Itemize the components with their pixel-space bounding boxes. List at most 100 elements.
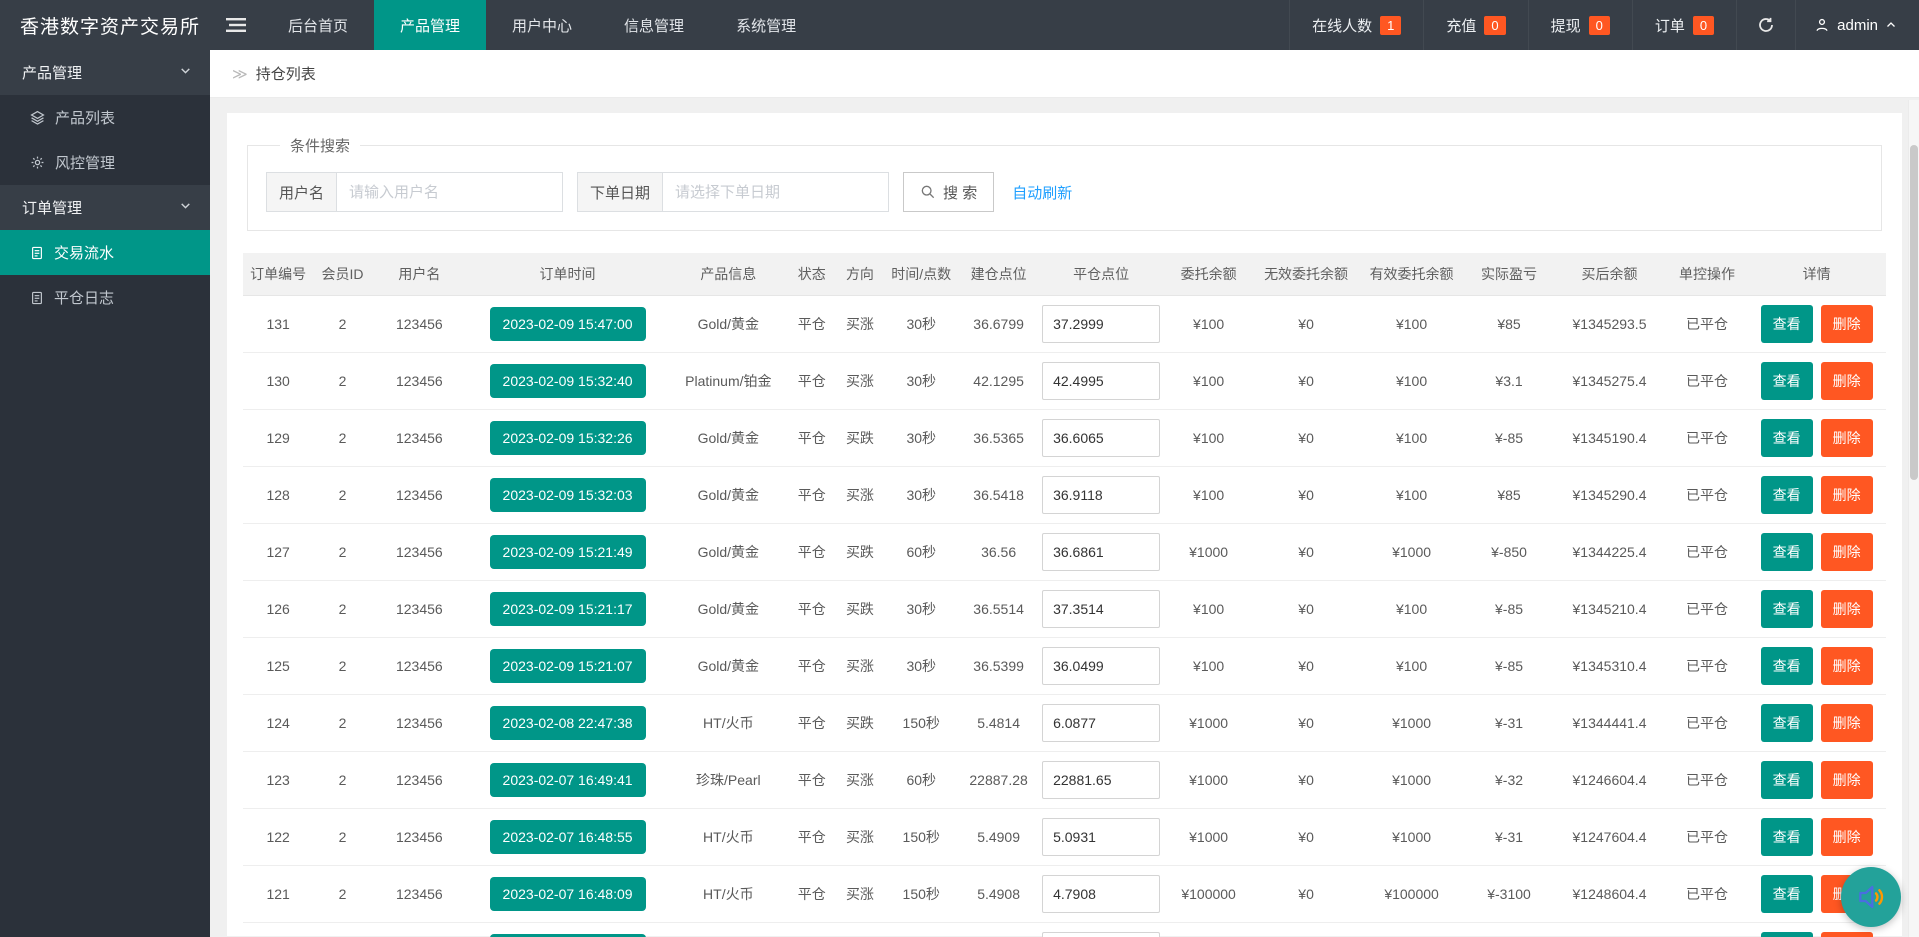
cell-open-point: 36.6799 (957, 295, 1040, 353)
cell-order-time: 2023-02-09 15:21:49 (467, 523, 669, 581)
nav-stat-label: 在线人数 (1312, 17, 1373, 35)
gear-icon (30, 155, 45, 170)
cell-member-id: 2 (313, 295, 372, 353)
view-button[interactable]: 查看 (1760, 532, 1813, 571)
sidebar-item-close-log[interactable]: 平仓日志 (0, 275, 210, 320)
nav-stat-orders[interactable]: 订单 0 (1631, 0, 1736, 50)
cell-invalid-entrust: ¥0 (1254, 637, 1358, 695)
sidebar-item-trade-flow[interactable]: 交易流水 (0, 230, 210, 275)
cell-after-balance: ¥1344441.4 (1552, 694, 1667, 752)
view-button[interactable]: 查看 (1760, 817, 1813, 856)
view-button[interactable]: 查看 (1760, 646, 1813, 685)
view-button[interactable]: 查看 (1760, 703, 1813, 742)
close-point-input[interactable] (1042, 304, 1161, 343)
username-field-group: 用户名 (266, 172, 564, 212)
delete-button[interactable]: 删除 (1820, 646, 1873, 685)
nav-item-product[interactable]: 产品管理 (374, 0, 487, 50)
sidebar-item-product-list[interactable]: 产品列表 (0, 95, 210, 140)
top-navbar: 香港数字资产交易所 后台首页 产品管理 用户中心 信息管理 系统管理 在线人数 1 充值 0 提… (0, 0, 1919, 50)
view-button[interactable]: 查看 (1760, 418, 1813, 457)
delete-button[interactable]: 删除 (1820, 418, 1873, 457)
user-menu[interactable]: admin (1795, 0, 1919, 50)
delete-button[interactable]: 删除 (1820, 361, 1873, 400)
nav-stat-badge: 0 (1588, 15, 1610, 35)
cell-invalid-entrust: ¥0 (1254, 922, 1358, 937)
close-point-input[interactable] (1042, 646, 1161, 685)
view-button[interactable]: 查看 (1760, 304, 1813, 343)
cell-invalid-entrust: ¥0 (1254, 865, 1358, 923)
nav-stat-recharge[interactable]: 充值 0 (1423, 0, 1527, 50)
view-button[interactable]: 查看 (1760, 874, 1813, 913)
view-button[interactable]: 查看 (1760, 361, 1813, 400)
cell-order-id: 126 (243, 580, 314, 638)
cell-close-point (1039, 808, 1163, 866)
view-button[interactable]: 查看 (1760, 931, 1813, 937)
cell-invalid-entrust: ¥0 (1254, 409, 1358, 467)
sidebar-item-order-mgmt-group[interactable]: 订单管理 (0, 185, 210, 230)
nav-item-system[interactable]: 系统管理 (710, 0, 822, 50)
view-button[interactable]: 查看 (1760, 589, 1813, 628)
cell-username: 123456 (371, 694, 468, 752)
delete-button[interactable]: 删除 (1820, 532, 1873, 571)
scrollbar-thumb[interactable] (1910, 145, 1918, 480)
nav-item-user-center[interactable]: 用户中心 (486, 0, 598, 50)
page-body: 条件搜索 用户名 下单日期 (210, 98, 1919, 937)
cell-invalid-entrust: ¥0 (1254, 580, 1358, 638)
close-point-input[interactable] (1042, 589, 1161, 628)
nav-stat-withdraw[interactable]: 提现 0 (1527, 0, 1632, 50)
order-date-input[interactable] (663, 173, 889, 211)
cell-order-id: 121 (243, 865, 314, 923)
cell-order-time: 2023-02-08 22:47:38 (467, 694, 669, 752)
table-row: 130 2 123456 2023-02-09 15:32:40 Platinum/铂金… (243, 352, 1886, 410)
cell-status: 平仓 (788, 922, 835, 937)
auto-refresh-link[interactable]: 自动刷新 (1012, 182, 1072, 203)
close-point-input[interactable] (1042, 817, 1161, 856)
cell-profit: ¥-31 (1465, 922, 1553, 937)
cell-member-id: 2 (313, 751, 372, 809)
navbar-right: 在线人数 1 充值 0 提现 0 订单 0 admin (1289, 0, 1919, 50)
close-point-input[interactable] (1042, 931, 1161, 937)
delete-button[interactable]: 删除 (1820, 817, 1873, 856)
cell-product-info: 珍珠/Pearl (668, 751, 789, 809)
close-point-input[interactable] (1042, 361, 1161, 400)
refresh-button[interactable] (1736, 0, 1795, 50)
sidebar-item-product-mgmt-group[interactable]: 产品管理 (0, 50, 210, 95)
cell-time-points: 30秒 (885, 295, 958, 353)
close-point-input[interactable] (1042, 532, 1161, 571)
cell-close-point (1039, 751, 1163, 809)
close-point-input[interactable] (1042, 874, 1161, 913)
close-point-input[interactable] (1042, 703, 1161, 742)
cell-detail: 查看删除 (1747, 523, 1886, 581)
delete-button[interactable]: 删除 (1820, 703, 1873, 742)
cell-profit: ¥-32 (1465, 751, 1553, 809)
cell-entrust-balance: ¥1000 (1162, 808, 1255, 866)
delete-button[interactable]: 删除 (1820, 589, 1873, 628)
view-button[interactable]: 查看 (1760, 760, 1813, 799)
cell-valid-entrust: ¥100 (1357, 466, 1466, 524)
col-header-close-point: 平仓点位 (1039, 253, 1163, 296)
cell-close-point (1039, 523, 1163, 581)
sound-toggle-button[interactable] (1841, 867, 1901, 927)
hamburger-icon[interactable] (210, 0, 262, 50)
nav-stat-online-count[interactable]: 在线人数 1 (1289, 0, 1423, 50)
nav-item-info[interactable]: 信息管理 (598, 0, 710, 50)
close-point-input[interactable] (1042, 760, 1161, 799)
cell-status: 平仓 (788, 466, 835, 524)
delete-button[interactable]: 删除 (1820, 304, 1873, 343)
view-button[interactable]: 查看 (1760, 475, 1813, 514)
cell-control: 已平仓 (1666, 295, 1748, 353)
delete-button[interactable]: 删除 (1820, 760, 1873, 799)
username-input[interactable] (337, 173, 563, 211)
delete-button[interactable]: 删除 (1820, 931, 1873, 937)
cell-order-id: 123 (243, 751, 314, 809)
col-header-after-balance: 买后余额 (1552, 253, 1667, 296)
nav-item-home[interactable]: 后台首页 (262, 0, 374, 50)
close-point-input[interactable] (1042, 475, 1161, 514)
vertical-scrollbar[interactable] (1908, 100, 1919, 937)
cell-order-time: 2023-02-07 16:48:55 (467, 808, 669, 866)
search-button[interactable]: 搜 索 (903, 172, 995, 212)
delete-button[interactable]: 删除 (1820, 475, 1873, 514)
close-point-input[interactable] (1042, 418, 1161, 457)
cell-product-info: Gold/黄金 (668, 523, 789, 581)
sidebar-item-risk-mgmt[interactable]: 风控管理 (0, 140, 210, 185)
